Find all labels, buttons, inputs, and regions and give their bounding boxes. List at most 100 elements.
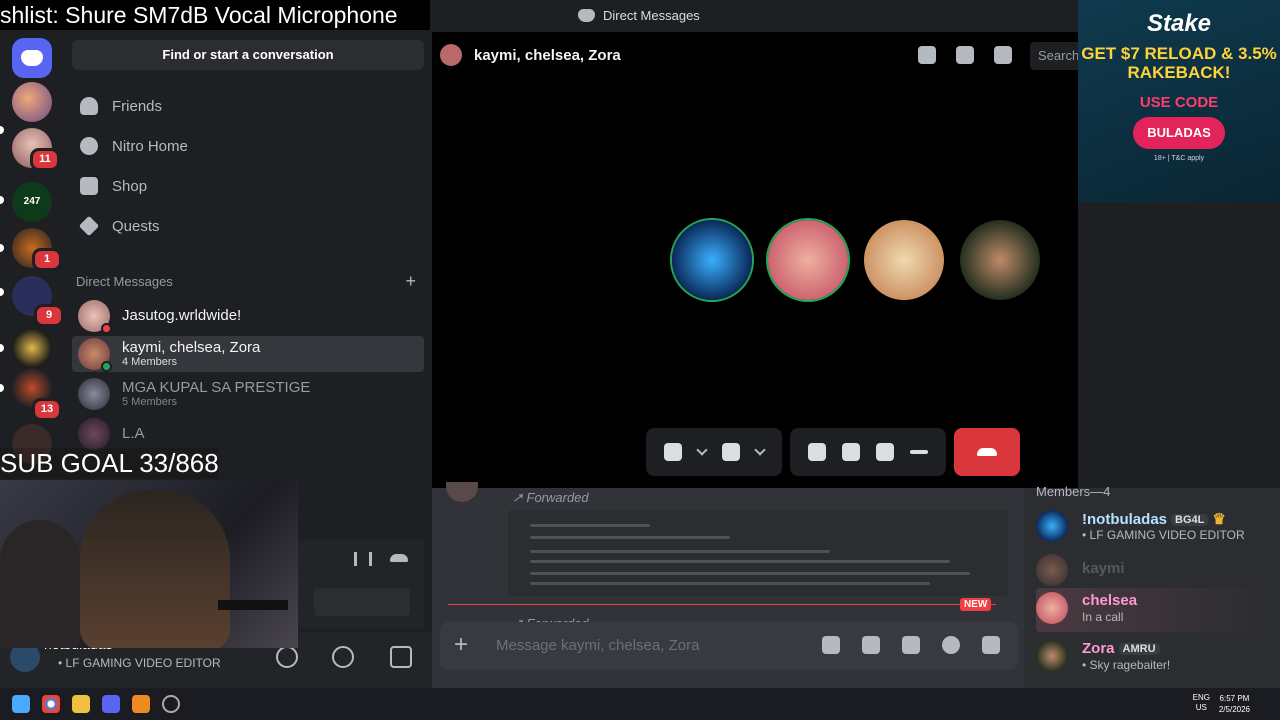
region-code: US (1195, 703, 1207, 712)
chevron-down-icon[interactable] (754, 444, 766, 456)
disconnect-icon[interactable] (390, 554, 408, 562)
system-clock[interactable]: 6:57 PM 2/5/2026 (1219, 693, 1250, 715)
language-code: ENG (1192, 693, 1210, 702)
ad-brand: Stake (1146, 10, 1212, 37)
sponsor-ad-overlay: Stake GET $7 RELOAD & 3.5% RAKEBACK! USE… (1078, 0, 1280, 202)
new-messages-divider (448, 604, 996, 605)
language-indicator[interactable]: ENG US (1193, 693, 1210, 713)
activities-icon[interactable] (842, 443, 860, 461)
nav-shop[interactable]: Shop (76, 168, 416, 204)
nav-nitro-home[interactable]: Nitro Home (76, 128, 416, 164)
server-icon[interactable]: 11 (12, 128, 60, 171)
dm-name: kaymi, chelsea, Zora (122, 338, 261, 356)
apps-icon[interactable] (982, 636, 1000, 654)
noise-suppression-icon[interactable] (354, 552, 372, 566)
find-conversation-button[interactable]: Find or start a conversation (72, 40, 424, 70)
create-dm-button[interactable]: + (405, 272, 416, 290)
gear-icon[interactable] (390, 646, 412, 668)
status-dnd-icon (101, 323, 112, 334)
emoji-icon[interactable] (942, 636, 960, 654)
guild-tag: BG4L (1171, 514, 1209, 527)
member-item[interactable]: chelsea In a call (1036, 588, 1276, 632)
participant-avatar[interactable] (768, 220, 848, 300)
nav-label: Quests (112, 217, 160, 235)
participant-avatar[interactable] (864, 220, 944, 300)
member-item[interactable]: Zora AMRU • Sky ragebaiter! (1036, 636, 1276, 676)
webcam-person (0, 520, 80, 648)
dm-name: MGA KUPAL SA PRESTIGE (122, 378, 311, 396)
discord-logo-icon (21, 50, 43, 66)
server-icon[interactable]: 13 (12, 368, 62, 421)
unread-badge: 13 (32, 398, 62, 421)
group-avatar (78, 338, 112, 372)
pin-icon[interactable] (918, 46, 936, 64)
screen-share-icon[interactable] (808, 443, 826, 461)
dm-header-label: Direct Messages (76, 274, 173, 289)
member-item[interactable]: kaymi (1036, 550, 1276, 590)
message-input[interactable]: Message kaymi, chelsea, Zora (496, 637, 699, 654)
app-icon[interactable] (132, 695, 150, 713)
more-icon[interactable] (910, 450, 928, 454)
camera-off-icon[interactable] (722, 443, 740, 461)
member-list-icon[interactable] (994, 46, 1012, 64)
windows-start-icon[interactable] (12, 695, 30, 713)
app-icon[interactable] (162, 695, 180, 713)
dm-item-active[interactable]: kaymi, chelsea, Zora 4 Members (72, 336, 424, 372)
discord-icon[interactable] (102, 695, 120, 713)
dm-item[interactable]: MGA KUPAL SA PRESTIGE 5 Members (72, 376, 424, 412)
add-attachment-icon[interactable]: + (454, 632, 468, 658)
headphones-icon[interactable] (332, 646, 354, 668)
member-list-header: Members—4 (1036, 484, 1111, 499)
member-name: !notbuladas BG4L ♛ (1082, 510, 1226, 528)
server-icon[interactable]: 9 (12, 276, 64, 327)
dm-item[interactable]: Jasutog.wrldwide! (72, 298, 424, 334)
avatar (1036, 592, 1068, 624)
embed-text (530, 560, 950, 563)
member-status: In a call (1082, 610, 1124, 624)
chrome-icon[interactable] (42, 695, 60, 713)
server-icon[interactable] (12, 328, 52, 368)
unread-pip (0, 196, 4, 204)
sticker-icon[interactable] (902, 636, 920, 654)
soundboard-icon[interactable] (876, 443, 894, 461)
dm-members-count: 4 Members (122, 355, 178, 368)
unread-badge: 11 (30, 148, 60, 171)
chevron-down-icon[interactable] (696, 444, 708, 456)
nav-friends[interactable]: Friends (76, 88, 416, 124)
dm-item[interactable]: L.A (72, 416, 424, 452)
server-icon[interactable]: 247 (12, 182, 52, 222)
forwarded-message-embed[interactable] (508, 510, 1008, 596)
voice-call-stage: kaymi, chelsea, Zora Search (432, 32, 1090, 488)
guild-tag: AMRU (1118, 643, 1160, 656)
dm-text: MGA KUPAL SA PRESTIGE 5 Members (122, 378, 311, 409)
soundboard-button[interactable] (314, 588, 410, 616)
nav-label: Nitro Home (112, 137, 188, 155)
new-badge: NEW (960, 598, 992, 611)
server-icon[interactable]: 1 (12, 228, 62, 271)
server-icon[interactable] (12, 82, 52, 122)
ad-headline: GET $7 RELOAD & 3.5% RAKEBACK! (1081, 44, 1277, 82)
gif-icon[interactable] (862, 636, 880, 654)
add-friend-icon[interactable] (956, 46, 974, 64)
member-status: • LF GAMING VIDEO EDITOR (1082, 528, 1245, 542)
nitro-icon (80, 137, 98, 155)
participant-avatar[interactable] (672, 220, 752, 300)
window-title: Direct Messages (578, 8, 700, 23)
unread-pip (0, 126, 4, 134)
unread-pip (0, 288, 4, 296)
unread-badge: 9 (34, 304, 64, 327)
nav-label: Shop (112, 177, 148, 195)
nav-quests[interactable]: Quests (76, 208, 416, 244)
participant-avatar[interactable] (960, 220, 1040, 300)
home-button[interactable] (12, 38, 52, 78)
microphone-icon[interactable] (276, 646, 298, 668)
member-name: kaymi (1082, 560, 1125, 577)
microphone-icon[interactable] (664, 443, 682, 461)
disconnect-button[interactable] (954, 428, 1020, 476)
file-explorer-icon[interactable] (72, 695, 90, 713)
message-composer[interactable]: + Message kaymi, chelsea, Zora (440, 622, 1018, 670)
gift-icon[interactable] (822, 636, 840, 654)
unread-pip (0, 344, 4, 352)
member-item[interactable]: !notbuladas BG4L ♛ • LF GAMING VIDEO EDITO… (1036, 506, 1276, 546)
user-status: • LF GAMING VIDEO EDITOR (58, 656, 221, 670)
